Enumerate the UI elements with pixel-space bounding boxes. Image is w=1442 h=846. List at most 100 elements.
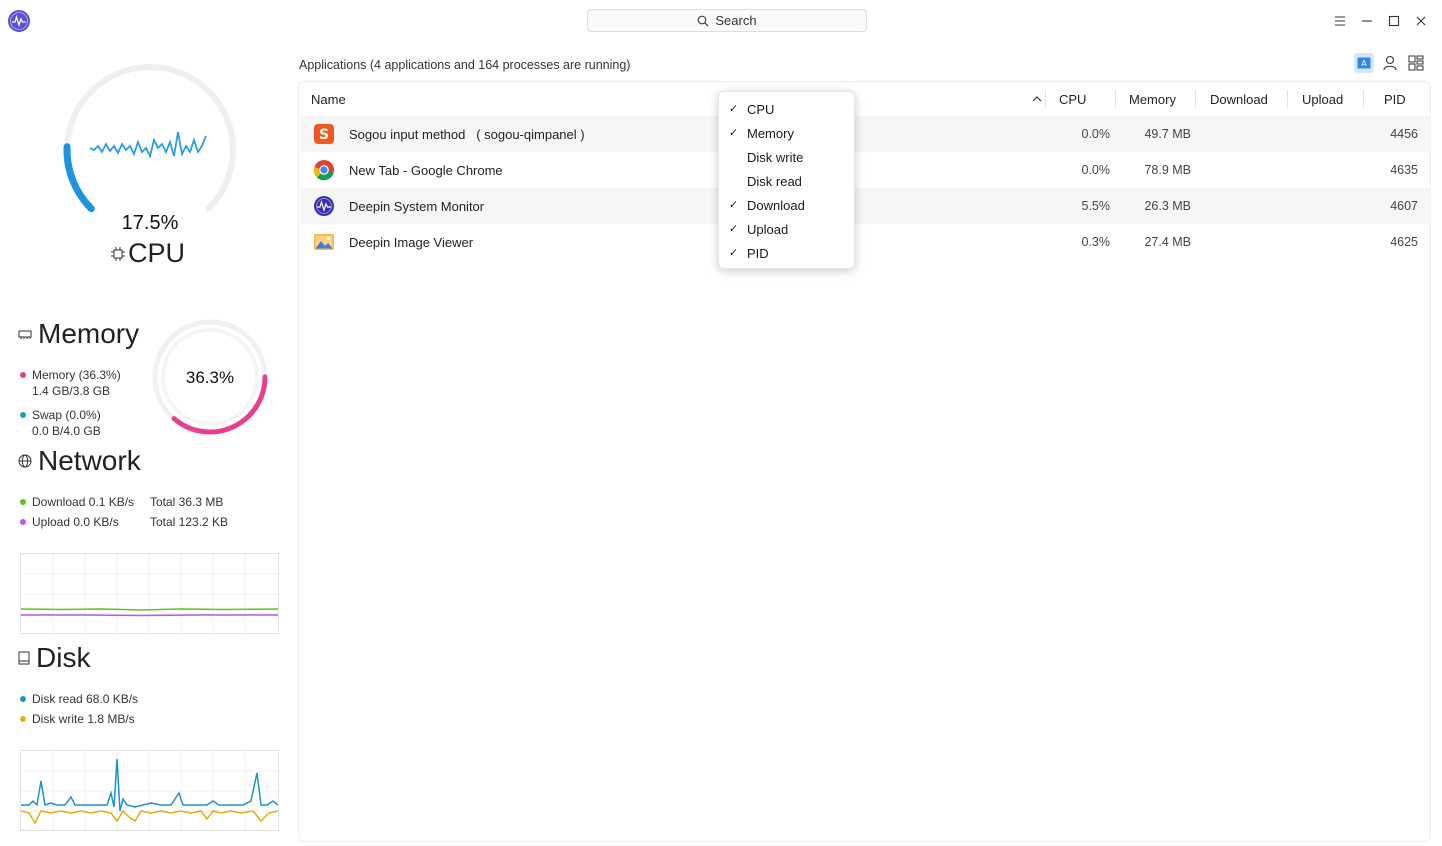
column-separator (1287, 90, 1288, 108)
memory-dot (20, 372, 26, 378)
user-view-icon (1383, 55, 1397, 71)
memory-icon (18, 330, 32, 339)
menu-icon (1335, 16, 1345, 26)
sort-ascending-icon[interactable] (1032, 95, 1042, 103)
disk-icon (18, 651, 30, 665)
column-header-cpu[interactable]: CPU (1059, 82, 1086, 116)
menu-item-cpu[interactable]: ✓ CPU (719, 97, 854, 121)
menu-item-pid[interactable]: ✓ PID (719, 241, 854, 265)
process-cpu: 0.3% (1081, 235, 1111, 249)
process-download (1211, 116, 1283, 152)
memory-detail: 1.4 GB/3.8 GB (32, 384, 111, 398)
cpu-label: CPU (110, 238, 185, 269)
process-cpu: 0.0% (1081, 163, 1111, 177)
download-total: Total 36.3 MB (150, 495, 224, 509)
checkmark-icon: ✓ (729, 199, 739, 211)
image-viewer-icon (314, 234, 334, 250)
search-icon (697, 15, 709, 26)
column-header-name[interactable]: Name (311, 82, 346, 116)
column-header-upload[interactable]: Upload (1302, 82, 1343, 116)
table-row[interactable]: Deepin System Monitor 5.5% 26.3 MB 4607 (300, 188, 1431, 224)
memory-percent: 36.3% (185, 368, 235, 387)
application-view-button[interactable]: A (1354, 53, 1374, 73)
column-visibility-menu: ✓ CPU ✓ Memory ✓ Disk write ✓ Disk read … (718, 91, 855, 269)
service-view-icon (1408, 55, 1424, 71)
process-cpu: 5.5% (1081, 199, 1111, 213)
main-menu-button[interactable] (1330, 11, 1350, 31)
table-row[interactable]: New Tab - Google Chrome 0.0% 78.9 MB 463… (300, 152, 1431, 188)
download-line (20, 608, 279, 611)
process-name: Deepin Image Viewer (349, 234, 474, 250)
checkmark-icon: ✓ (729, 247, 739, 259)
process-memory: 26.3 MB (1144, 199, 1191, 213)
upload-line (21, 614, 278, 617)
cpu-chip-icon (111, 246, 125, 261)
service-view-button[interactable] (1406, 53, 1426, 73)
svg-text:A: A (1361, 59, 1367, 68)
process-memory: 49.7 MB (1144, 127, 1191, 141)
main-panel: Applications (4 applications and 164 pro… (298, 42, 1442, 846)
upload-dot (20, 519, 26, 525)
disk-read-dot (20, 696, 26, 702)
checkmark-icon: ✓ (729, 103, 739, 115)
process-name: Deepin System Monitor (349, 198, 485, 214)
memory-section-title: Memory (18, 318, 139, 350)
table-row[interactable]: S Sogou input method ( sogou-qimpanel ) … (300, 116, 1431, 152)
process-pid: 4625 (1390, 235, 1418, 249)
menu-item-upload[interactable]: ✓ Upload (719, 217, 854, 241)
column-header-pid[interactable]: PID (1384, 82, 1406, 116)
menu-item-memory[interactable]: ✓ Memory (719, 121, 854, 145)
disk-write-dot (20, 716, 26, 722)
process-upload (1303, 116, 1359, 152)
table-header: Name CPU Memory Download Upload PID (299, 82, 1430, 116)
minimize-button[interactable] (1357, 11, 1377, 31)
download-legend: Download 0.1 KB/s (20, 495, 134, 509)
network-chart (20, 553, 279, 634)
process-summary: Applications (4 applications and 164 pro… (299, 58, 631, 72)
swap-legend: Swap (0.0%) (20, 408, 101, 422)
checkmark-icon: ✓ (729, 127, 739, 139)
process-name: Sogou input method ( sogou-qimpanel ) (349, 126, 585, 142)
menu-item-download[interactable]: ✓ Download (719, 193, 854, 217)
svg-text:S: S (319, 127, 329, 143)
checkmark-icon: ✓ (729, 223, 739, 235)
chrome-icon (313, 160, 334, 181)
process-upload (1303, 152, 1359, 188)
user-view-button[interactable] (1380, 53, 1400, 73)
process-download (1211, 152, 1283, 188)
column-separator (1195, 90, 1196, 108)
table-row[interactable]: Deepin Image Viewer 0.3% 27.4 MB 4625 (300, 224, 1431, 260)
minimize-icon (1362, 20, 1372, 22)
swap-detail: 0.0 B/4.0 GB (32, 424, 101, 438)
swap-dot (20, 412, 26, 418)
network-section-title: Network (18, 445, 141, 477)
disk-chart (20, 750, 279, 831)
maximize-button[interactable] (1384, 11, 1404, 31)
process-upload (1303, 224, 1359, 260)
process-table: Name CPU Memory Download Upload PID S So… (298, 81, 1431, 842)
title-bar: Search (0, 0, 1442, 42)
process-upload (1303, 188, 1359, 224)
column-separator (1045, 90, 1046, 108)
disk-write-legend: Disk write 1.8 MB/s (20, 712, 135, 726)
search-placeholder: Search (715, 13, 757, 28)
column-header-memory[interactable]: Memory (1129, 82, 1176, 116)
sogou-icon: S (314, 124, 334, 144)
close-icon (1416, 16, 1426, 26)
process-name: New Tab - Google Chrome (349, 162, 503, 178)
process-pid: 4456 (1390, 127, 1418, 141)
menu-item-disk-write[interactable]: ✓ Disk write (719, 145, 854, 169)
download-dot (20, 499, 26, 505)
menu-item-disk-read[interactable]: ✓ Disk read (719, 169, 854, 193)
disk-read-legend: Disk read 68.0 KB/s (20, 692, 138, 706)
process-memory: 78.9 MB (1144, 163, 1191, 177)
sidebar: 17.5% CPU Memory Memory (36.3%) 1.4 GB/3… (0, 42, 296, 846)
search-input[interactable]: Search (587, 9, 867, 32)
system-monitor-icon (314, 196, 334, 216)
upload-legend: Upload 0.0 KB/s (20, 515, 119, 529)
close-button[interactable] (1411, 11, 1431, 31)
column-separator (1363, 90, 1364, 108)
process-memory: 27.4 MB (1144, 235, 1191, 249)
column-header-download[interactable]: Download (1210, 82, 1268, 116)
disk-section-title: Disk (18, 642, 90, 674)
